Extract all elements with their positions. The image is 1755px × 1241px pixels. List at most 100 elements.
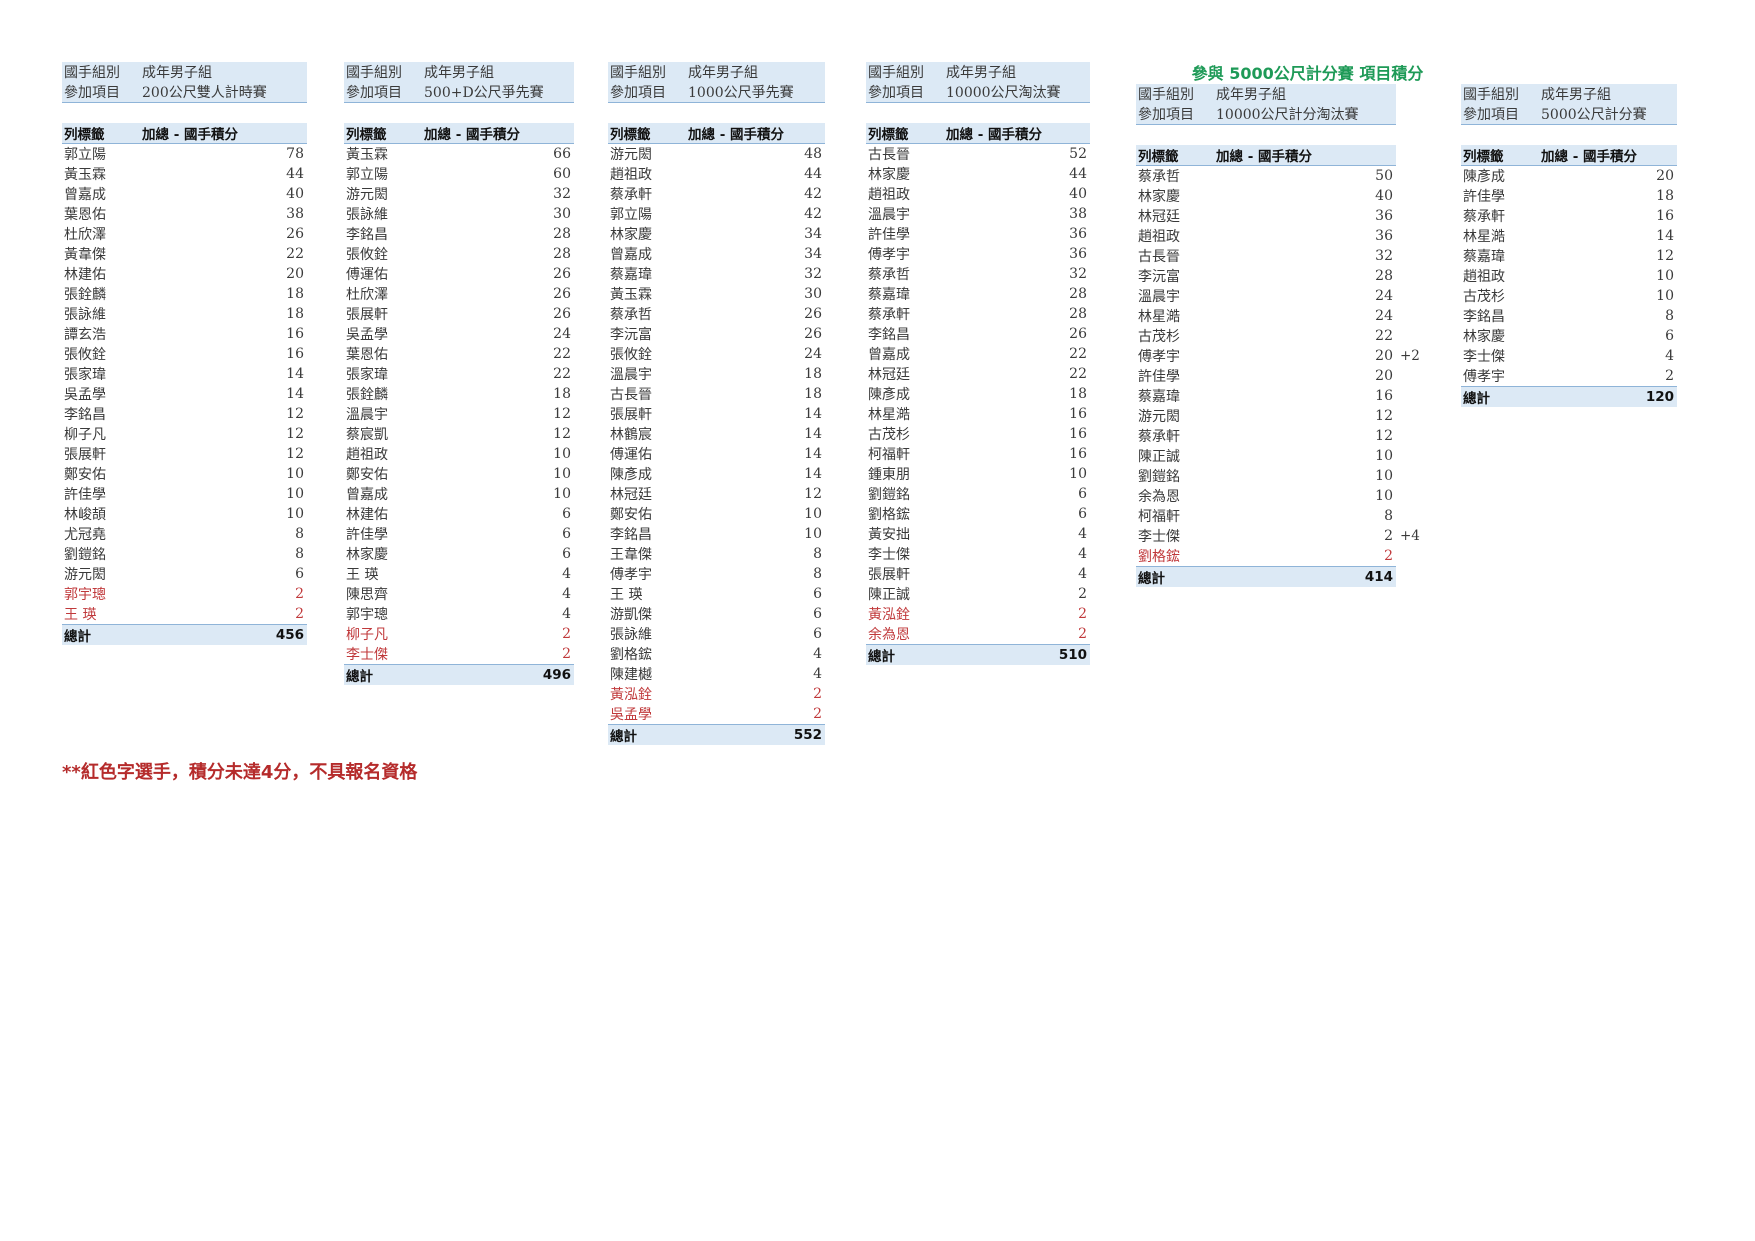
- athlete-name: 林星澔: [1463, 229, 1505, 245]
- row-label-header[interactable]: 列標籤: [866, 123, 946, 143]
- athlete-name: 許佳學: [868, 227, 910, 243]
- event-value[interactable]: 10000公尺淘汰賽: [946, 82, 1090, 102]
- table-row: 傅孝宇 2: [1461, 366, 1677, 386]
- table-row: 郭宇璁 2: [62, 584, 307, 604]
- row-label-header[interactable]: 列標籤: [1461, 145, 1541, 165]
- athlete-name: 古茂杉: [1138, 329, 1180, 345]
- total-value: 496: [542, 667, 571, 683]
- column-header-row: 列標籤 加總 - 國手積分: [866, 123, 1090, 144]
- athlete-name: 溫晨宇: [1138, 289, 1180, 305]
- grand-total-row: 總計 510: [866, 644, 1090, 665]
- athlete-points: 32: [1375, 248, 1393, 264]
- athlete-points: 24: [804, 346, 822, 362]
- athlete-points: 10: [1375, 488, 1393, 504]
- athlete-name: 林建佑: [346, 507, 388, 523]
- athlete-points: 4: [1078, 546, 1087, 562]
- athlete-name: 林家慶: [346, 547, 388, 563]
- athlete-points: 26: [553, 266, 571, 282]
- athlete-name: 王 瑛: [346, 567, 379, 583]
- athlete-name: 尤冠堯: [64, 527, 106, 543]
- table-row: 蔡嘉瑋 12: [1461, 246, 1677, 266]
- athlete-name: 曾嘉成: [610, 247, 652, 263]
- athlete-points: 26: [553, 286, 571, 302]
- table-row: 許佳學 6: [344, 524, 574, 544]
- athlete-name: 蔡嘉瑋: [1138, 389, 1180, 405]
- table-row: 林冠廷 12: [608, 484, 825, 504]
- table-row: 傅運佑 14: [608, 444, 825, 464]
- table-row: 游元閎 48: [608, 144, 825, 164]
- table-row: 李沅富 28: [1136, 266, 1396, 286]
- table-row: 劉格鋐 6: [866, 504, 1090, 524]
- event-label: 參加項目: [1138, 107, 1194, 123]
- athlete-name: 張展軒: [64, 447, 106, 463]
- row-label-header[interactable]: 列標籤: [62, 123, 142, 143]
- athlete-name: 陳彥成: [868, 387, 910, 403]
- table-row: 游元閎 6: [62, 564, 307, 584]
- group-value[interactable]: 成年男子組: [142, 62, 307, 82]
- table-row: 林星澔 24: [1136, 306, 1396, 326]
- athlete-points: 36: [1069, 226, 1087, 242]
- athlete-points: 4: [1078, 566, 1087, 582]
- event-value[interactable]: 1000公尺爭先賽: [688, 82, 825, 102]
- athlete-points: 14: [804, 406, 822, 422]
- athlete-points: 28: [553, 246, 571, 262]
- athlete-name: 張詠維: [346, 207, 388, 223]
- athlete-points: 4: [1665, 348, 1674, 364]
- athlete-points: 28: [1375, 268, 1393, 284]
- points-adjust-note: +4: [1400, 528, 1420, 544]
- group-value[interactable]: 成年男子組: [424, 62, 574, 82]
- group-value[interactable]: 成年男子組: [1216, 84, 1396, 104]
- row-label-header[interactable]: 列標籤: [608, 123, 688, 143]
- table-row: 古長晉 18: [608, 384, 825, 404]
- athlete-points: 6: [813, 606, 822, 622]
- group-value[interactable]: 成年男子組: [1541, 84, 1677, 104]
- athlete-points: 8: [1384, 508, 1393, 524]
- total-value: 510: [1058, 647, 1087, 663]
- table-row: 陳彥成 14: [608, 464, 825, 484]
- athlete-points: 10: [553, 466, 571, 482]
- event-value[interactable]: 10000公尺計分淘汰賽: [1216, 104, 1396, 124]
- athlete-name: 劉鎧銘: [1138, 469, 1180, 485]
- athlete-name: 李士傑: [346, 647, 388, 663]
- table-row: 蔡嘉瑋 32: [608, 264, 825, 284]
- row-label-header[interactable]: 列標籤: [1136, 145, 1216, 165]
- athlete-points: 20: [1656, 168, 1674, 184]
- athlete-points: 12: [553, 406, 571, 422]
- athlete-name: 林冠廷: [1138, 209, 1180, 225]
- athlete-points: 30: [804, 286, 822, 302]
- athlete-name: 古茂杉: [868, 427, 910, 443]
- athlete-points: 18: [804, 366, 822, 382]
- total-label: 總計: [1138, 571, 1165, 587]
- total-value: 414: [1364, 569, 1393, 585]
- athlete-name: 劉鎧銘: [868, 487, 910, 503]
- event-value[interactable]: 500+D公尺爭先賽: [424, 82, 574, 102]
- table-row: 蔡宸凱 12: [344, 424, 574, 444]
- section-title: 參與 5000公尺計分賽 項目積分: [1191, 64, 1424, 83]
- table-row: 王 瑛 2: [62, 604, 307, 624]
- table-row: 曾嘉成 40: [62, 184, 307, 204]
- table-row: 陳彥成 18: [866, 384, 1090, 404]
- row-label-header[interactable]: 列標籤: [344, 123, 424, 143]
- group-value[interactable]: 成年男子組: [688, 62, 825, 82]
- athlete-points: 10: [553, 446, 571, 462]
- table-row: 林家慶 6: [344, 544, 574, 564]
- group-value[interactable]: 成年男子組: [946, 62, 1090, 82]
- table-row: 吳孟學 24: [344, 324, 574, 344]
- event-value[interactable]: 200公尺雙人計時賽: [142, 82, 307, 102]
- sum-points-header: 加總 - 國手積分: [946, 127, 1043, 143]
- athlete-points: 4: [562, 566, 571, 582]
- athlete-name: 李沅富: [1138, 269, 1180, 285]
- athlete-name: 陳正誠: [868, 587, 910, 603]
- athlete-points: 36: [1375, 228, 1393, 244]
- table-row: 許佳學 10: [62, 484, 307, 504]
- group-label: 國手組別: [610, 65, 666, 81]
- athlete-points: 6: [813, 626, 822, 642]
- athlete-points: 22: [286, 246, 304, 262]
- athlete-name: 張銓麟: [346, 387, 388, 403]
- athlete-name: 蔡宸凱: [346, 427, 388, 443]
- athlete-name: 葉恩佑: [346, 347, 388, 363]
- event-value[interactable]: 5000公尺計分賽: [1541, 104, 1677, 124]
- table-row: 劉鎧銘 6: [866, 484, 1090, 504]
